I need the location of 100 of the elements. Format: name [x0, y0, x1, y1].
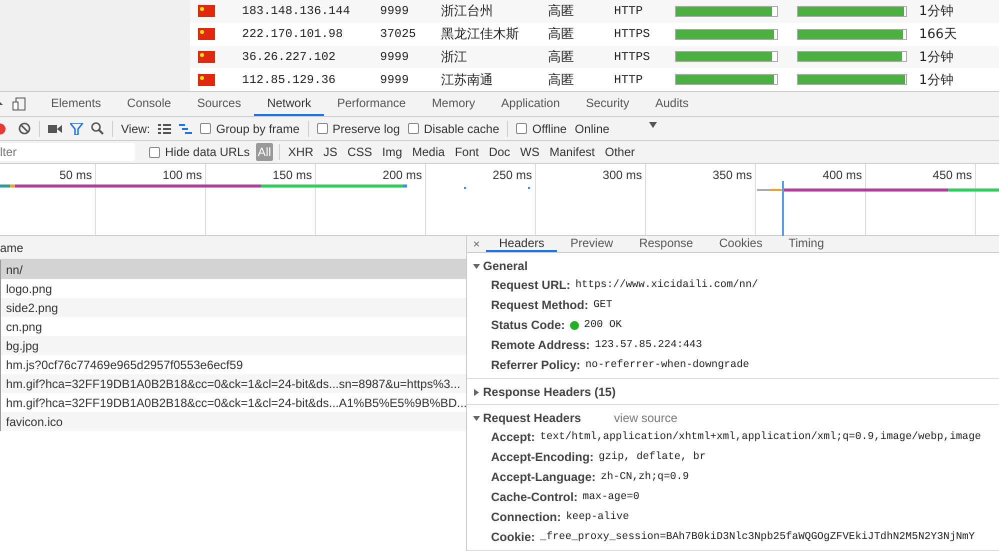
alive-time: 1分钟 [919, 3, 954, 20]
resource-type-filter[interactable]: Img [380, 143, 404, 161]
waterfall-view-icon[interactable] [179, 124, 192, 134]
resource-type-filter[interactable]: Manifest [548, 143, 597, 161]
header-name: Accept: [491, 430, 536, 444]
resource-type-filter[interactable]: Other [602, 143, 637, 161]
location: 浙江 [441, 48, 468, 66]
resource-type-filter[interactable]: Doc [486, 143, 512, 161]
filter-icon[interactable] [70, 122, 83, 134]
header-value: 123.57.85.224:443 [594, 339, 702, 351]
filter-field[interactable]: lter [0, 143, 135, 161]
list-view-icon[interactable] [158, 124, 172, 134]
header-value: max-age=0 [582, 491, 640, 503]
header-name: Cookie: [491, 530, 536, 544]
header-value: https://www.xicidaili.com/nn/ [575, 279, 758, 291]
detail-tab[interactable]: Headers [486, 236, 558, 252]
ip-address: 36.26.227.102 [242, 50, 337, 64]
resource-type-filter[interactable]: JS [321, 143, 340, 161]
caret-icon [649, 122, 658, 128]
panel-tab[interactable]: Performance [324, 92, 419, 116]
panel-tab[interactable]: Audits [642, 92, 702, 116]
section-title[interactable]: Response Headers (15) [483, 385, 616, 399]
time-tick-label: 50 ms [59, 168, 92, 182]
resource-type-filter[interactable]: Font [452, 143, 481, 161]
resource-type-filter[interactable]: Media [410, 143, 447, 161]
china-flag-icon [198, 74, 215, 86]
time-tick-label: 400 ms [822, 168, 862, 182]
time-tick-label: 350 ms [712, 168, 752, 182]
alive-time: 166天 [919, 26, 958, 44]
clear-icon[interactable] [18, 122, 31, 135]
panel-tab[interactable]: Console [114, 92, 184, 116]
proxy-type: HTTPS [614, 50, 652, 64]
resource-type-filter[interactable]: XHR [286, 143, 316, 161]
collapsed-triangle-icon[interactable] [473, 388, 480, 396]
section-title[interactable]: Request Headers [483, 411, 582, 425]
request-row[interactable]: nn/ [0, 260, 466, 279]
header-name: Connection: [491, 510, 561, 524]
request-row[interactable]: side2.png [0, 298, 466, 317]
header-value: GET [593, 299, 612, 311]
search-icon[interactable] [91, 122, 104, 135]
header-value: no-referrer-when-downgrade [585, 359, 750, 371]
ip-address: 183.148.136.144 [242, 4, 352, 18]
panel-tab[interactable]: Elements [38, 92, 114, 116]
header-name: Accept-Encoding: [491, 450, 594, 464]
option-checkbox[interactable]: Offline [516, 122, 567, 136]
request-row[interactable]: hm.gif?hca=32FF19DB1A0B2B18&cc=0&ck=1&cl=24-bit&ds...A1%B5%E5%9B%BD... [0, 393, 466, 412]
panel-tab[interactable]: Security [572, 92, 642, 116]
proxy-type: HTTPS [614, 27, 652, 42]
ip-address: 222.170.101.98 [242, 27, 344, 42]
header-value: keep-alive [566, 511, 630, 523]
view-label: View: [121, 122, 150, 136]
option-checkbox[interactable]: Disable cache [408, 122, 500, 136]
view-source-link[interactable]: view source [614, 411, 678, 425]
detail-tab[interactable]: Preview [557, 236, 626, 252]
location: 江苏南通 [441, 72, 494, 89]
name-column-header[interactable]: ame [0, 240, 24, 254]
proxy-type: HTTP [614, 4, 644, 18]
china-flag-icon [198, 5, 215, 18]
camera-icon[interactable] [48, 124, 62, 134]
header-value: text/html,application/xhtml+xml,application/xml;q=0.9,image/webp,image [540, 431, 982, 443]
china-flag-icon [198, 28, 215, 40]
request-row[interactable]: favicon.ico [0, 412, 466, 431]
time-tick-label: 150 ms [272, 168, 312, 182]
panel-tab[interactable]: Sources [184, 92, 254, 116]
port: 9999 [380, 4, 410, 18]
option-checkbox[interactable]: Group by frame [200, 122, 300, 136]
china-flag-icon [198, 50, 215, 63]
request-row[interactable]: hm.gif?hca=32FF19DB1A0B2B18&cc=0&ck=1&cl=24-bit&ds...sn=8987&u=https%3... [0, 374, 466, 393]
detail-tab[interactable]: Cookies [706, 236, 776, 252]
port: 9999 [380, 50, 410, 64]
panel-tab[interactable]: Application [488, 92, 573, 116]
detail-tab[interactable]: Timing [775, 236, 838, 252]
header-value: gzip, deflate, br [598, 451, 706, 463]
time-tick-label: 300 ms [602, 168, 642, 182]
expanded-triangle-icon[interactable] [473, 414, 480, 422]
header-value: zh-CN,zh;q=0.9 [600, 471, 689, 483]
time-tick-label: 100 ms [162, 168, 202, 182]
alive-time: 1分钟 [919, 72, 954, 89]
detail-tab[interactable]: Response [626, 236, 706, 252]
port: 37025 [380, 27, 418, 42]
option-checkbox[interactable]: Preserve log [316, 122, 400, 136]
section-title[interactable]: General [483, 259, 528, 273]
panel-tab[interactable]: Memory [418, 92, 488, 116]
header-name: Accept-Language: [491, 470, 596, 484]
time-tick-label: 450 ms [932, 168, 972, 182]
time-tick-label: 250 ms [492, 168, 532, 182]
hide-data-urls-checkbox[interactable]: Hide data URLs [149, 145, 250, 159]
anonymity: 高匿 [548, 72, 575, 89]
header-name: Remote Address: [491, 338, 590, 352]
header-value: 200 OK [584, 319, 622, 331]
header-name: Request Method: [491, 298, 588, 312]
header-value: _free_proxy_session=BAh7B0kiD3Nlc3Npb25faWQGOgZFVEkiJTdhN2M5N2Y3NjNmY [540, 531, 975, 543]
anonymity: 高匿 [548, 26, 575, 44]
throttling-dropdown[interactable]: Online [574, 122, 658, 136]
request-row[interactable]: bg.jpg [0, 336, 466, 355]
expanded-triangle-icon[interactable] [473, 262, 480, 270]
resource-type-filter[interactable]: CSS [345, 143, 374, 161]
resource-type-filter[interactable]: WS [518, 143, 542, 161]
header-name: Request URL: [491, 278, 570, 292]
header-name: Status Code: [491, 318, 566, 332]
